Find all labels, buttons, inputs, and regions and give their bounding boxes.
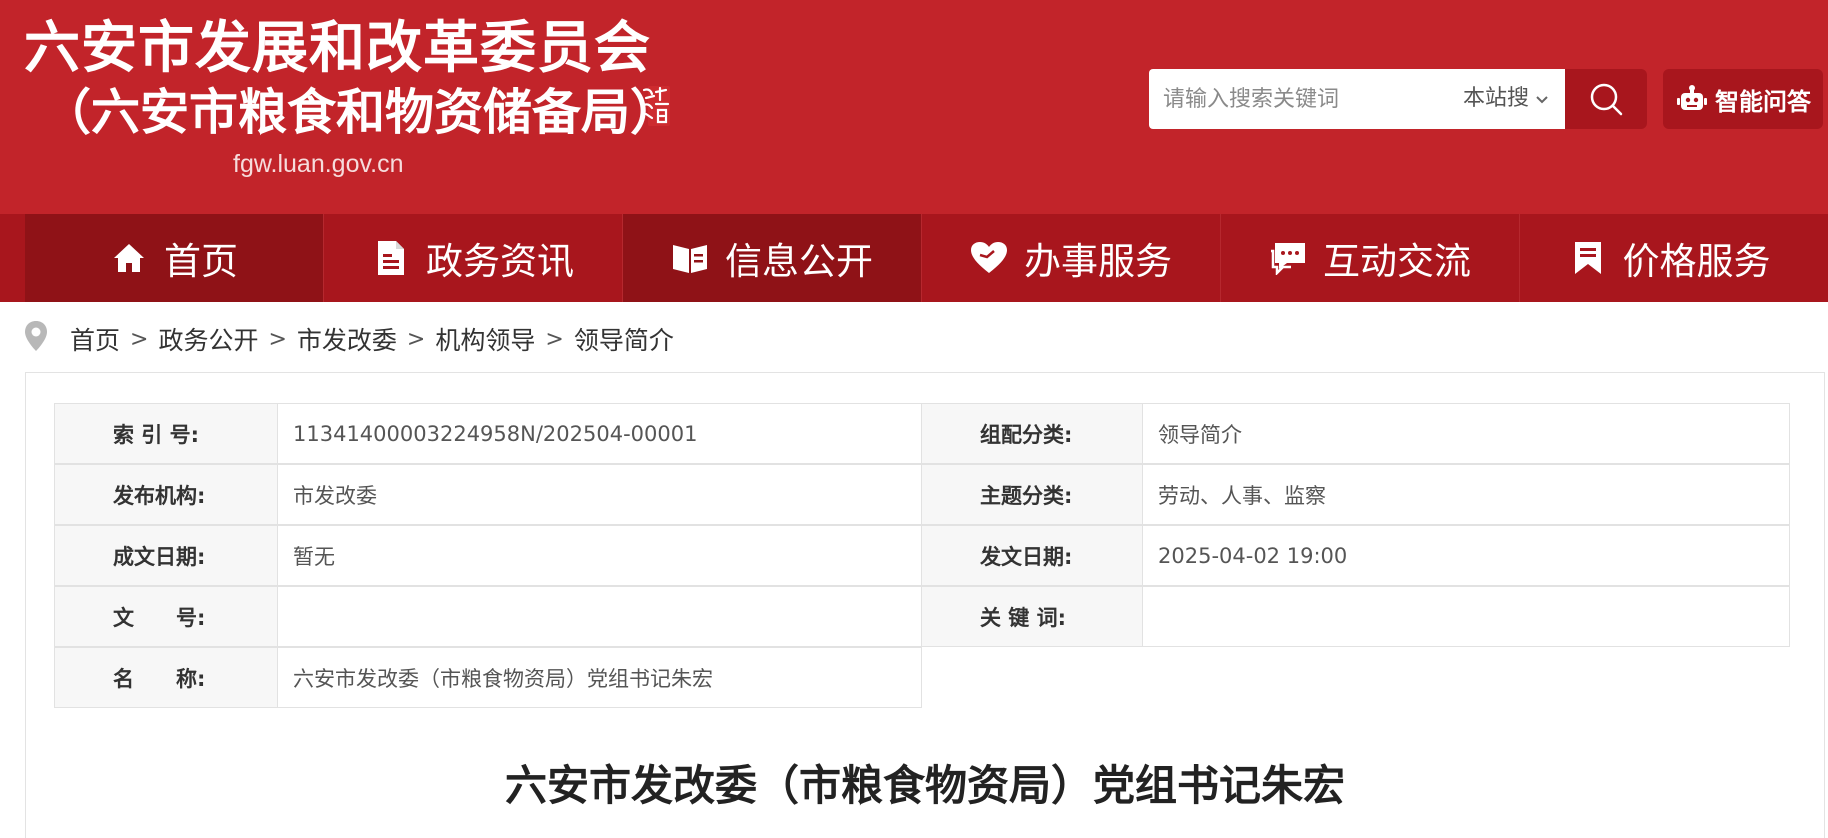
ai-qa-label: 智能问答 xyxy=(1715,87,1811,116)
breadcrumb-separator: > xyxy=(406,326,426,352)
breadcrumb-home[interactable]: 首页 xyxy=(70,321,120,357)
nav-item-services[interactable]: 办事服务 xyxy=(922,214,1221,302)
nav-item-label: 互动交流 xyxy=(1323,240,1471,283)
metadata-row: 名 称: 六安市发改委（市粮食物资局）党组书记朱宏 xyxy=(54,647,922,709)
publish-date-value: 2025-04-02 19:00 xyxy=(1142,525,1790,586)
search-icon xyxy=(1590,83,1623,116)
search-button[interactable] xyxy=(1565,69,1647,129)
search-box: 本站搜 xyxy=(1149,69,1565,129)
metadata-row: 文 号: 关 键 词: xyxy=(54,586,1790,648)
written-date-value: 暂无 xyxy=(277,525,922,586)
nav-item-news[interactable]: 政务资讯 xyxy=(324,214,623,302)
topic-value: 劳动、人事、监察 xyxy=(1142,464,1790,525)
nav-item-info-disclosure[interactable]: 信息公开 xyxy=(623,214,922,302)
nav-item-interaction[interactable]: 互动交流 xyxy=(1221,214,1520,302)
bookmark-icon xyxy=(1569,239,1607,277)
search-input[interactable] xyxy=(1163,69,1433,129)
home-icon xyxy=(110,239,148,277)
nav-item-home[interactable]: 首页 xyxy=(25,214,324,302)
chevron-down-icon xyxy=(1535,69,1549,129)
breadcrumb-gov-affairs[interactable]: 政务公开 xyxy=(158,321,258,357)
robot-icon xyxy=(1677,85,1707,110)
category-value: 领导简介 xyxy=(1142,403,1790,464)
search-scope-select[interactable]: 本站搜 xyxy=(1463,69,1549,129)
breadcrumb-leader-profile[interactable]: 领导简介 xyxy=(574,321,674,357)
index-number-value: 11341400003224958N/202504-00001 xyxy=(277,403,922,464)
nav-item-label: 首页 xyxy=(164,240,238,283)
nav-item-label: 价格服务 xyxy=(1622,240,1771,283)
heart-icon xyxy=(970,239,1008,277)
breadcrumb: 首页 > 政务公开 > 市发改委 > 机构领导 > 领导简介 xyxy=(24,318,674,360)
metadata-row: 索 引 号: 11341400003224958N/202504-00001 组… xyxy=(54,403,1790,465)
nav-item-price-services[interactable]: 价格服务 xyxy=(1520,214,1819,302)
search-scope-label: 本站搜 xyxy=(1463,86,1530,111)
written-date-label: 成文日期: xyxy=(54,525,278,586)
breadcrumb-separator: > xyxy=(545,326,564,352)
nav-item-label: 政务资讯 xyxy=(426,240,574,283)
index-number-label: 索 引 号: xyxy=(54,403,278,464)
location-pin-icon xyxy=(24,320,48,358)
publisher-label: 发布机构: xyxy=(54,464,278,525)
category-label: 组配分类: xyxy=(921,403,1143,464)
open-book-icon xyxy=(671,239,709,277)
breadcrumb-leadership[interactable]: 机构领导 xyxy=(435,321,535,357)
name-label: 名 称: xyxy=(54,647,278,708)
site-title[interactable]: 六安市发展和改革委员会 xyxy=(24,14,651,84)
breadcrumb-separator: > xyxy=(130,326,149,352)
metadata-row: 成文日期: 暂无 发文日期: 2025-04-02 19:00 xyxy=(54,525,1790,587)
main-nav: 首页 政务资讯 信息公开 办事服务 互动交流 价格服务 xyxy=(0,214,1828,302)
publish-date-label: 发文日期: xyxy=(921,525,1143,586)
chat-icon xyxy=(1269,239,1307,277)
doc-number-label: 文 号: xyxy=(54,586,278,647)
topic-label: 主题分类: xyxy=(921,464,1143,525)
keywords-label: 关 键 词: xyxy=(921,586,1143,647)
doc-number-value xyxy=(277,586,922,647)
site-subtitle: （六安市粮食和物资储备局） xyxy=(42,84,680,141)
name-value: 六安市发改委（市粮食物资局）党组书记朱宏 xyxy=(277,647,922,708)
keywords-value xyxy=(1142,586,1790,647)
publisher-value: 市发改委 xyxy=(277,464,922,525)
site-domain: fgw.luan.gov.cn xyxy=(233,150,404,178)
site-header: 六安市发展和改革委员会 （六安市粮食和物资储备局） fgw.luan.gov.c… xyxy=(0,0,1828,214)
seal-logo-icon xyxy=(640,86,670,126)
breadcrumb-commission[interactable]: 市发改委 xyxy=(297,321,397,357)
document-icon xyxy=(372,239,410,277)
article-title: 六安市发改委（市粮食物资局）党组书记朱宏 xyxy=(504,761,1345,810)
ai-qa-button[interactable]: 智能问答 xyxy=(1663,69,1823,129)
nav-item-label: 信息公开 xyxy=(725,240,873,283)
metadata-row: 发布机构: 市发改委 主题分类: 劳动、人事、监察 xyxy=(54,464,1790,526)
breadcrumb-separator: > xyxy=(268,326,287,352)
nav-item-label: 办事服务 xyxy=(1024,240,1172,283)
